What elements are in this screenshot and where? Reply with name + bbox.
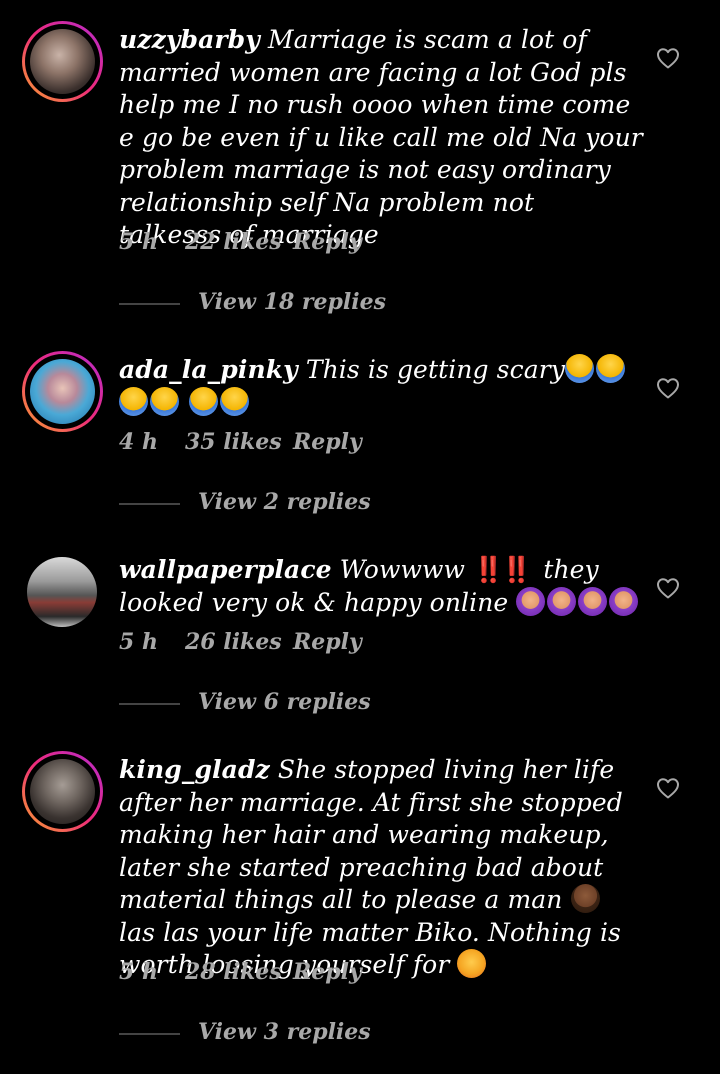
- heart-icon[interactable]: [656, 47, 680, 69]
- comment-time: 5 h: [119, 959, 158, 985]
- reply-button[interactable]: Reply: [293, 229, 362, 255]
- divider: [119, 1033, 180, 1035]
- view-replies-label[interactable]: View 6 replies: [198, 689, 371, 715]
- view-replies-label[interactable]: View 3 replies: [198, 1019, 371, 1045]
- avatar[interactable]: [27, 557, 97, 627]
- fearful-face-icon: [119, 386, 148, 416]
- woman-gesturing-ok-icon: [609, 586, 639, 616]
- fearful-face-icon: [565, 354, 594, 383]
- view-replies-button[interactable]: View 18 replies: [119, 289, 519, 319]
- avatar[interactable]: [22, 351, 103, 432]
- comment-likes[interactable]: 28 likes: [185, 959, 282, 985]
- comment-likes[interactable]: 35 likes: [185, 429, 282, 455]
- fearful-face-icon: [596, 354, 625, 383]
- woman-facepalming-icon: [570, 884, 600, 913]
- avatar[interactable]: [22, 21, 103, 102]
- woman-gesturing-ok-icon: [547, 586, 577, 616]
- comment-username[interactable]: ada_la_pinky: [119, 355, 298, 384]
- comment-time: 4 h: [119, 429, 158, 455]
- heart-icon[interactable]: [656, 777, 680, 799]
- divider: [119, 503, 180, 505]
- view-replies-label[interactable]: View 2 replies: [198, 489, 371, 515]
- double-exclamation-icon: ‼️‼️: [473, 555, 532, 584]
- comment-username[interactable]: king_gladz: [119, 755, 270, 784]
- comment-text: This is getting scary: [305, 355, 565, 384]
- avatar[interactable]: [22, 751, 103, 832]
- comment-username[interactable]: wallpaperplace: [119, 555, 332, 584]
- view-replies-button[interactable]: View 2 replies: [119, 489, 519, 519]
- view-replies-button[interactable]: View 6 replies: [119, 689, 519, 719]
- comment-username[interactable]: uzzybarby: [119, 25, 260, 54]
- woman-gesturing-ok-icon: [516, 586, 546, 616]
- divider: [119, 303, 180, 305]
- comment-text: Wowwww: [339, 555, 465, 584]
- fearful-face-icon: [189, 386, 219, 416]
- fearful-face-icon: [150, 386, 179, 416]
- heart-icon[interactable]: [656, 577, 680, 599]
- comment-likes[interactable]: 22 likes: [185, 229, 282, 255]
- person-shrugging-icon: [457, 949, 487, 978]
- comment-time: 5 h: [119, 229, 158, 255]
- comment-body: ada_la_pinky This is getting scary: [119, 354, 644, 419]
- reply-button[interactable]: Reply: [293, 629, 362, 655]
- reply-button[interactable]: Reply: [293, 429, 362, 455]
- comment-time: 5 h: [119, 629, 158, 655]
- comment-body: king_gladz She stopped living her life a…: [119, 754, 644, 982]
- view-replies-label[interactable]: View 18 replies: [198, 289, 386, 315]
- heart-icon[interactable]: [656, 377, 680, 399]
- divider: [119, 703, 180, 705]
- comment-text: Marriage is scam a lot of married women …: [119, 25, 643, 249]
- comment-body: uzzybarby Marriage is scam a lot of marr…: [119, 24, 644, 252]
- comment-likes[interactable]: 26 likes: [185, 629, 282, 655]
- view-replies-button[interactable]: View 3 replies: [119, 1019, 519, 1049]
- woman-gesturing-ok-icon: [578, 586, 608, 616]
- comment-body: wallpaperplace Wowwww ‼️‼️ they looked v…: [119, 554, 644, 619]
- fearful-face-icon: [220, 386, 250, 416]
- reply-button[interactable]: Reply: [293, 959, 362, 985]
